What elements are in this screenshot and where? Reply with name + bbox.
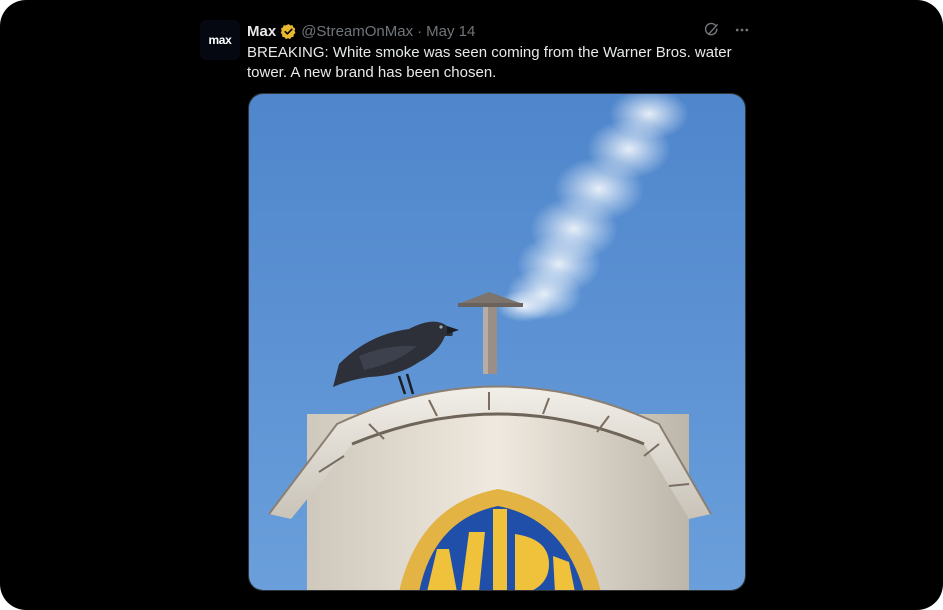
display-name[interactable]: Max bbox=[247, 23, 276, 40]
tweet-date[interactable]: May 14 bbox=[426, 23, 475, 40]
grok-icon[interactable] bbox=[704, 22, 720, 38]
screenshot-frame: max Max @StreamOnMax · May 14 BREAKING: … bbox=[0, 0, 943, 610]
avatar-logo-text: max bbox=[208, 33, 232, 47]
avatar[interactable]: max bbox=[200, 20, 240, 60]
verified-badge-icon bbox=[280, 23, 297, 40]
tweet-text: BREAKING: White smoke was seen coming fr… bbox=[247, 44, 732, 81]
tweet-image[interactable] bbox=[248, 93, 746, 591]
tweet-header: Max @StreamOnMax · May 14 bbox=[247, 21, 475, 41]
separator-dot: · bbox=[417, 22, 423, 40]
more-icon[interactable] bbox=[734, 22, 750, 38]
user-handle[interactable]: @StreamOnMax bbox=[301, 23, 413, 40]
tweet-tools bbox=[704, 22, 750, 38]
